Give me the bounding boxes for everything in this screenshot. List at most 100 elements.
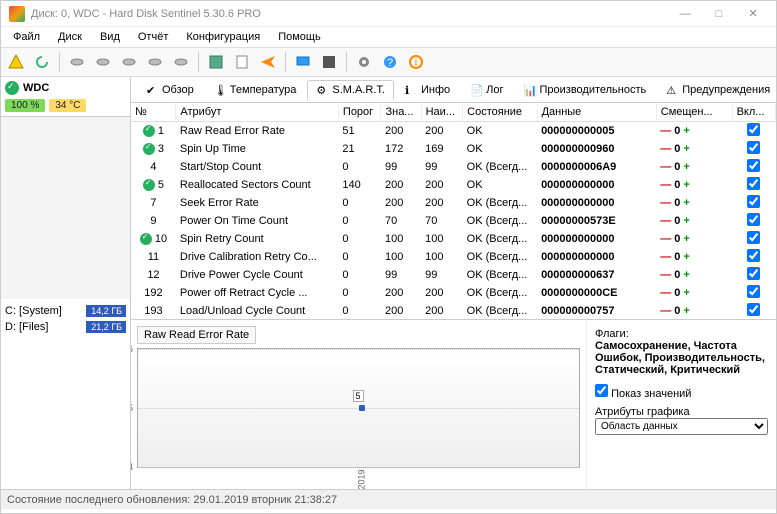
offset-minus[interactable]: — [660, 143, 671, 155]
tool-settings-icon[interactable] [353, 51, 375, 73]
tab-4[interactable]: 📄Лог [461, 80, 512, 100]
tab-6[interactable]: ⚠Предупреждения [657, 80, 776, 100]
menu-Отчёт[interactable]: Отчёт [130, 29, 176, 45]
col-header[interactable]: Наи... [421, 103, 463, 122]
row-enable-checkbox[interactable] [747, 267, 760, 280]
tool-info-icon[interactable]: i [405, 51, 427, 73]
table-row[interactable]: 9Power On Time Count07070OK (Всегд...000… [131, 212, 776, 230]
table-row[interactable]: 7Seek Error Rate0200200OK (Всегд...00000… [131, 194, 776, 212]
offset-plus[interactable]: + [683, 197, 689, 209]
row-enable-checkbox[interactable] [747, 159, 760, 172]
tab-2[interactable]: ⚙S.M.A.R.T. [307, 80, 394, 100]
row-enable-checkbox[interactable] [747, 195, 760, 208]
tab-icon: ⚙ [316, 84, 328, 96]
table-row[interactable]: 10Spin Retry Count0100100OK (Всегд...000… [131, 230, 776, 248]
menu-Помощь[interactable]: Помощь [270, 29, 329, 45]
table-row[interactable]: 4Start/Stop Count09999OK (Всегд...000000… [131, 158, 776, 176]
table-row[interactable]: 11Drive Calibration Retry Co...0100100OK… [131, 248, 776, 266]
col-header[interactable]: № [131, 103, 176, 122]
offset-plus[interactable]: + [683, 215, 689, 227]
tool-disk3-icon[interactable] [118, 51, 140, 73]
tool-disk5-icon[interactable] [170, 51, 192, 73]
row-enable-checkbox[interactable] [747, 249, 760, 262]
tab-1[interactable]: 🌡Температура [205, 80, 306, 100]
offset-minus[interactable]: — [660, 269, 671, 281]
table-row[interactable]: 5Reallocated Sectors Count140200200OK000… [131, 176, 776, 194]
minimize-button[interactable]: — [670, 4, 700, 24]
tool-save-icon[interactable] [205, 51, 227, 73]
col-header[interactable]: Данные [537, 103, 656, 122]
offset-minus[interactable]: — [660, 197, 671, 209]
table-row[interactable]: 1Raw Read Error Rate51200200OK0000000000… [131, 122, 776, 141]
col-header[interactable]: Зна... [381, 103, 421, 122]
tool-refresh-icon[interactable] [31, 51, 53, 73]
tab-0[interactable]: ✔Обзор [137, 80, 203, 100]
offset-minus[interactable]: — [660, 287, 671, 299]
table-row[interactable]: 12Drive Power Cycle Count09999OK (Всегд.… [131, 266, 776, 284]
col-header[interactable]: Вкл... [732, 103, 775, 122]
row-enable-checkbox[interactable] [747, 123, 760, 136]
tool-report-icon[interactable] [231, 51, 253, 73]
menu-Файл[interactable]: Файл [5, 29, 48, 45]
tool-disk4-icon[interactable] [144, 51, 166, 73]
offset-minus[interactable]: — [660, 125, 671, 137]
table-row[interactable]: 193Load/Unload Cycle Count0200200OK (Все… [131, 302, 776, 319]
tool-send-icon[interactable] [257, 51, 279, 73]
show-values-checkbox[interactable] [595, 384, 608, 397]
tool-panel-icon[interactable] [318, 51, 340, 73]
svg-text:i: i [415, 57, 417, 69]
partition-row[interactable]: C: [System]14,2 ГБ [5, 303, 126, 319]
offset-minus[interactable]: — [660, 305, 671, 317]
chart[interactable]: 456529.01.2019 [137, 348, 580, 468]
col-header[interactable]: Смещен... [656, 103, 732, 122]
chart-point [359, 405, 365, 411]
row-enable-checkbox[interactable] [747, 213, 760, 226]
offset-plus[interactable]: + [683, 143, 689, 155]
offset-plus[interactable]: + [683, 179, 689, 191]
col-header[interactable]: Порог [338, 103, 381, 122]
offset-minus[interactable]: — [660, 179, 671, 191]
offset-plus[interactable]: + [683, 125, 689, 137]
tab-icon: ⚠ [666, 84, 678, 96]
menu-Диск[interactable]: Диск [50, 29, 90, 45]
disk-panel[interactable]: WDC 100 % 34 °C [1, 77, 130, 117]
row-enable-checkbox[interactable] [747, 285, 760, 298]
chart-attr-select[interactable]: Область данных [595, 418, 768, 435]
table-row[interactable]: 3Spin Up Time21172169OK000000000960—0+ [131, 140, 776, 158]
col-header[interactable]: Атрибут [176, 103, 339, 122]
row-enable-checkbox[interactable] [747, 177, 760, 190]
offset-minus[interactable]: — [660, 215, 671, 227]
offset-plus[interactable]: + [683, 161, 689, 173]
status-text: Состояние последнего обновления: 29.01.2… [7, 494, 337, 506]
tool-disk2-icon[interactable] [92, 51, 114, 73]
tool-monitor-icon[interactable] [292, 51, 314, 73]
offset-plus[interactable]: + [683, 233, 689, 245]
partition-row[interactable]: D: [Files]21,2 ГБ [5, 319, 126, 335]
offset-minus[interactable]: — [660, 233, 671, 245]
maximize-button[interactable]: □ [704, 4, 734, 24]
table-row[interactable]: 192Power off Retract Cycle ...0200200OK … [131, 284, 776, 302]
offset-plus[interactable]: + [683, 251, 689, 263]
menu-Вид[interactable]: Вид [92, 29, 128, 45]
offset-plus[interactable]: + [683, 269, 689, 281]
tab-icon: 🌡 [214, 84, 226, 96]
offset-plus[interactable]: + [683, 305, 689, 317]
tool-help-icon[interactable]: ? [379, 51, 401, 73]
row-enable-checkbox[interactable] [747, 303, 760, 316]
menu-Конфигурация[interactable]: Конфигурация [178, 29, 268, 45]
offset-minus[interactable]: — [660, 251, 671, 263]
offset-plus[interactable]: + [683, 287, 689, 299]
chart-panel: Raw Read Error Rate 456529.01.2019 [131, 320, 586, 489]
tab-3[interactable]: ℹИнфо [396, 80, 459, 100]
offset-minus[interactable]: — [660, 161, 671, 173]
tool-warn-icon[interactable] [5, 51, 27, 73]
tool-disk1-icon[interactable] [66, 51, 88, 73]
tab-5[interactable]: 📊Производительность [514, 80, 655, 100]
show-values-label: Показ значений [611, 388, 691, 400]
row-enable-checkbox[interactable] [747, 141, 760, 154]
smart-table[interactable]: №АтрибутПорогЗна...Наи...СостояниеДанные… [131, 103, 776, 319]
row-enable-checkbox[interactable] [747, 231, 760, 244]
tab-icon: 📄 [470, 84, 482, 96]
close-button[interactable]: ✕ [738, 4, 768, 24]
col-header[interactable]: Состояние [463, 103, 537, 122]
